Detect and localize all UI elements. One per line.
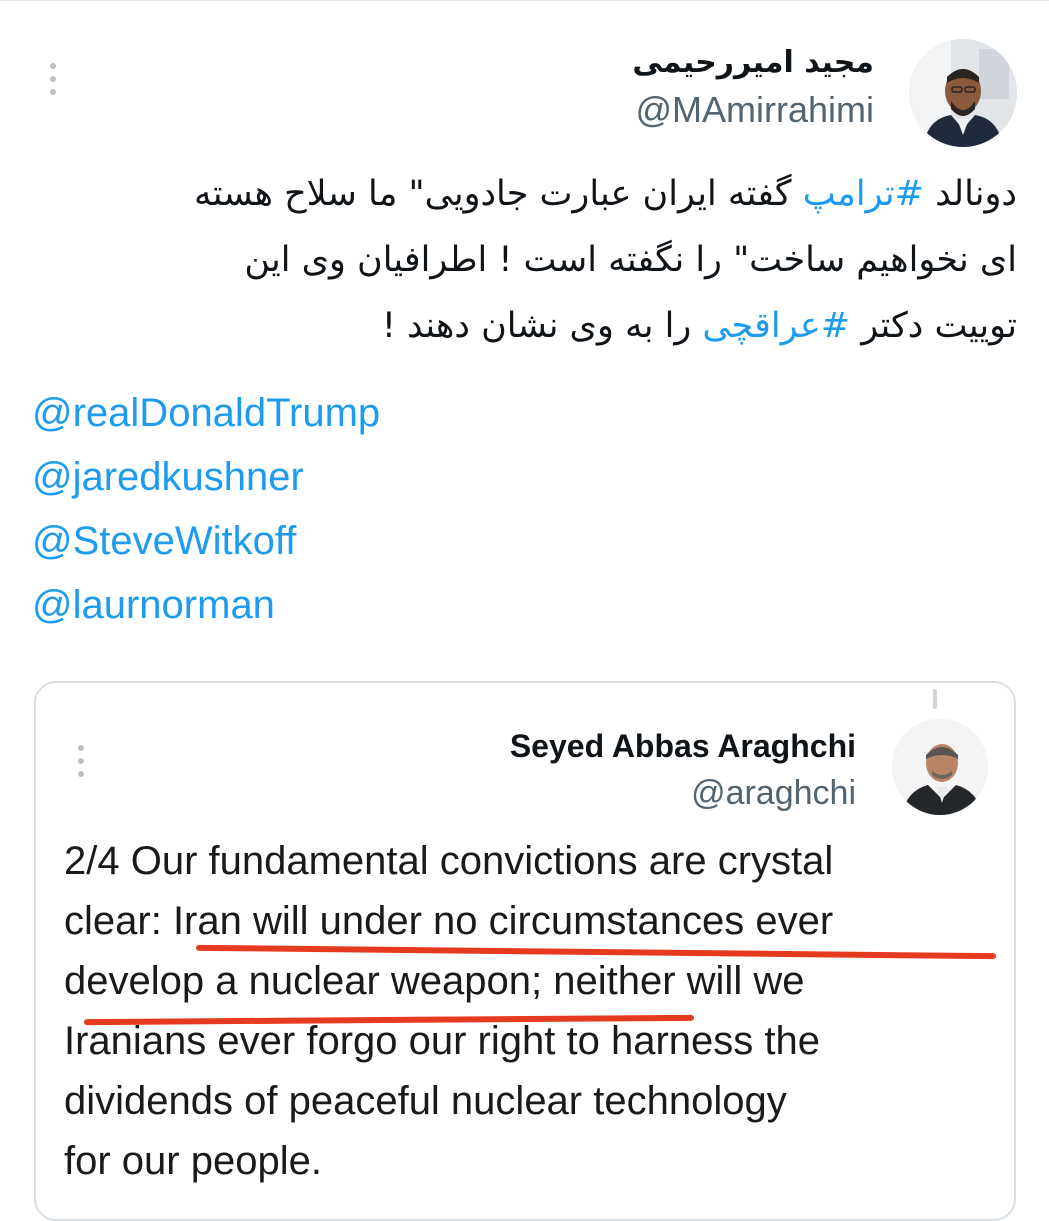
- hashtag-link-araghchi[interactable]: #عراقچی: [702, 306, 850, 346]
- mention-link[interactable]: @SteveWitkoff: [32, 509, 380, 573]
- quoted-author-handle[interactable]: @araghchi: [510, 769, 856, 817]
- mention-link[interactable]: @laurnorman: [32, 573, 380, 637]
- tweet-body-line-3: توییت دکتر #عراقچی را به وی نشان دهند !: [27, 293, 1017, 359]
- author-display-name[interactable]: مجید امیررحیمی: [632, 41, 874, 85]
- more-vertical-icon[interactable]: [78, 745, 84, 777]
- tweet-body-line-1: دونالد #ترامپ گفته ایران عبارت جادویی" م…: [27, 161, 1017, 227]
- highlighted-text: Iran will under no circumstances ever: [172, 899, 834, 943]
- tweet-author[interactable]: مجید امیررحیمی @MAmirrahimi: [632, 41, 874, 135]
- quoted-tweet-author[interactable]: Seyed Abbas Araghchi @araghchi: [510, 723, 856, 817]
- mention-link[interactable]: @jaredkushner: [32, 445, 380, 509]
- quoted-author-avatar[interactable]: [892, 719, 988, 815]
- tweet-card[interactable]: مجید امیررحیمی @MAmirrahimi دونالد #ترام…: [0, 0, 1049, 1221]
- body-text-segment: دونالد: [923, 174, 1017, 214]
- body-text-segment: توییت دکتر: [850, 306, 1017, 346]
- mention-link[interactable]: @realDonaldTrump: [32, 381, 380, 445]
- person-portrait-icon: [909, 39, 1017, 147]
- quoted-author-display-name[interactable]: Seyed Abbas Araghchi: [510, 723, 856, 769]
- body-text-segment: ای نخواهیم ساخت" را نگفته است ! اطرافیان…: [244, 240, 1017, 280]
- body-text-segment: گفته ایران عبارت جادویی" ما سلاح هسته: [193, 174, 803, 214]
- quoted-tweet-text: 2/4 Our fundamental convictions are crys…: [64, 831, 1004, 1191]
- quoted-text-segment: clear:: [64, 899, 173, 943]
- more-vertical-icon[interactable]: [50, 63, 56, 95]
- mention-list: @realDonaldTrump @jaredkushner @SteveWit…: [32, 381, 380, 637]
- quoted-text-line: develop a nuclear weapon; neither will w…: [64, 959, 805, 1003]
- quoted-text-line: dividends of peaceful nuclear technology: [64, 1079, 787, 1123]
- tweet-body-line-2: ای نخواهیم ساخت" را نگفته است ! اطرافیان…: [27, 227, 1017, 293]
- hashtag-link-trump[interactable]: #ترامپ: [803, 174, 924, 214]
- author-avatar[interactable]: [909, 39, 1017, 147]
- body-text-segment: را به وی نشان دهند !: [381, 306, 703, 346]
- quoted-text-line: 2/4 Our fundamental convictions are crys…: [64, 839, 834, 883]
- tweet-body: دونالد #ترامپ گفته ایران عبارت جادویی" م…: [27, 161, 1017, 359]
- quoted-tweet-card[interactable]: Seyed Abbas Araghchi @araghchi 2/4 Our f…: [34, 681, 1016, 1221]
- person-portrait-icon: [892, 719, 988, 815]
- author-handle[interactable]: @MAmirrahimi: [632, 85, 874, 135]
- quoted-text-line: for our people.: [64, 1139, 322, 1183]
- quoted-text-line: clear: Iran will under no circumstances …: [64, 891, 1004, 951]
